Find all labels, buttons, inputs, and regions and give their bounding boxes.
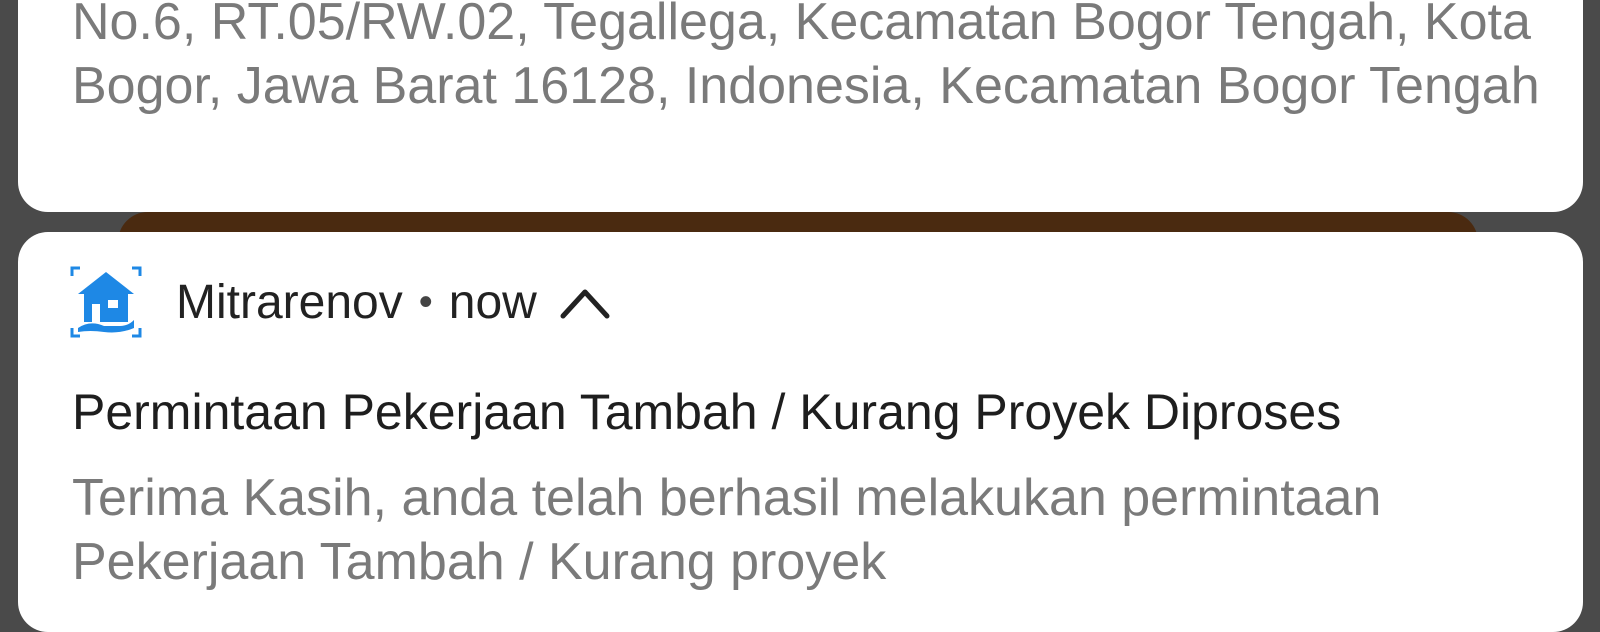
notification-message: Terima Kasih, anda telah berhasil melaku… — [72, 469, 1382, 591]
notification-card[interactable]: Mitrarenov • now Permintaan Pekerjaan Ta… — [18, 232, 1583, 632]
previous-notification-card[interactable]: No.6, RT.05/RW.02, Tegallega, Kecamatan … — [18, 0, 1583, 212]
notification-title: Permintaan Pekerjaan Tambah / Kurang Pro… — [72, 384, 1342, 440]
chevron-up-icon[interactable] — [557, 282, 613, 322]
notification-time: now — [448, 275, 537, 329]
house-icon — [70, 266, 142, 338]
previous-notification-body: No.6, RT.05/RW.02, Tegallega, Kecamatan … — [72, 0, 1540, 115]
header-separator: • — [418, 279, 433, 324]
notification-header: Mitrarenov • now — [176, 272, 613, 332]
app-name: Mitrarenov — [176, 275, 403, 329]
